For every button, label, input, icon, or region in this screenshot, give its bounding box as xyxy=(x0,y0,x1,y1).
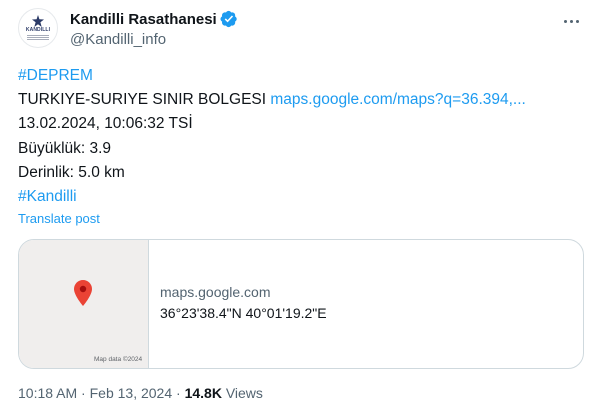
logo-emblem-icon xyxy=(32,15,44,27)
map-pin-icon xyxy=(74,280,92,306)
tweet-text: #DEPREM TURKIYE-SURIYE SINIR BOLGESI map… xyxy=(18,64,584,209)
more-options-icon[interactable] xyxy=(560,10,582,32)
tweet-meta: 10:18 AM · Feb 13, 2024 · 14.8K Views xyxy=(18,385,263,401)
meta-separator-2: · xyxy=(176,385,181,401)
magnitude-line: Büyüklük: 3.9 xyxy=(18,139,112,157)
hashtag-kandilli[interactable]: #Kandilli xyxy=(18,188,77,205)
map-thumbnail[interactable]: Map data ©2024 xyxy=(19,240,149,368)
link-card[interactable]: Map data ©2024 maps.google.com 36°23'38.… xyxy=(18,239,584,369)
avatar[interactable]: KANDILLI xyxy=(18,8,58,48)
hashtag-deprem[interactable]: #DEPREM xyxy=(18,67,93,84)
meta-separator: · xyxy=(81,385,86,401)
name-row: Kandilli Rasathanesi xyxy=(70,10,238,28)
logo-lines xyxy=(27,34,49,41)
card-coordinates: 36°23'38.4"N 40°01'19.2"E xyxy=(160,305,327,321)
depth-line: Derinlik: 5.0 km xyxy=(18,163,125,181)
datetime-line: 13.02.2024, 10:06:32 TSİ xyxy=(18,115,193,133)
handle[interactable]: @Kandilli_info xyxy=(70,31,166,48)
card-info: maps.google.com 36°23'38.4"N 40°01'19.2"… xyxy=(160,284,327,321)
views-count[interactable]: 14.8K xyxy=(185,385,222,401)
location-text: TURKIYE-SURIYE SINIR BOLGESI xyxy=(18,91,267,109)
logo-text: KANDILLI xyxy=(25,27,51,33)
verified-badge-icon[interactable] xyxy=(220,10,238,28)
post-time[interactable]: 10:18 AM xyxy=(18,385,77,401)
post-date[interactable]: Feb 13, 2024 xyxy=(90,385,173,401)
map-link[interactable]: maps.google.com/maps?q=36.394,... xyxy=(270,91,525,108)
card-domain: maps.google.com xyxy=(160,284,271,300)
tweet-header: KANDILLI Kandilli Rasathanesi @Kandilli_… xyxy=(18,8,584,52)
views-label: Views xyxy=(225,385,263,401)
translate-post-link[interactable]: Translate post xyxy=(18,211,100,226)
map-credit: Map data ©2024 xyxy=(94,356,143,363)
display-name[interactable]: Kandilli Rasathanesi xyxy=(70,11,217,28)
